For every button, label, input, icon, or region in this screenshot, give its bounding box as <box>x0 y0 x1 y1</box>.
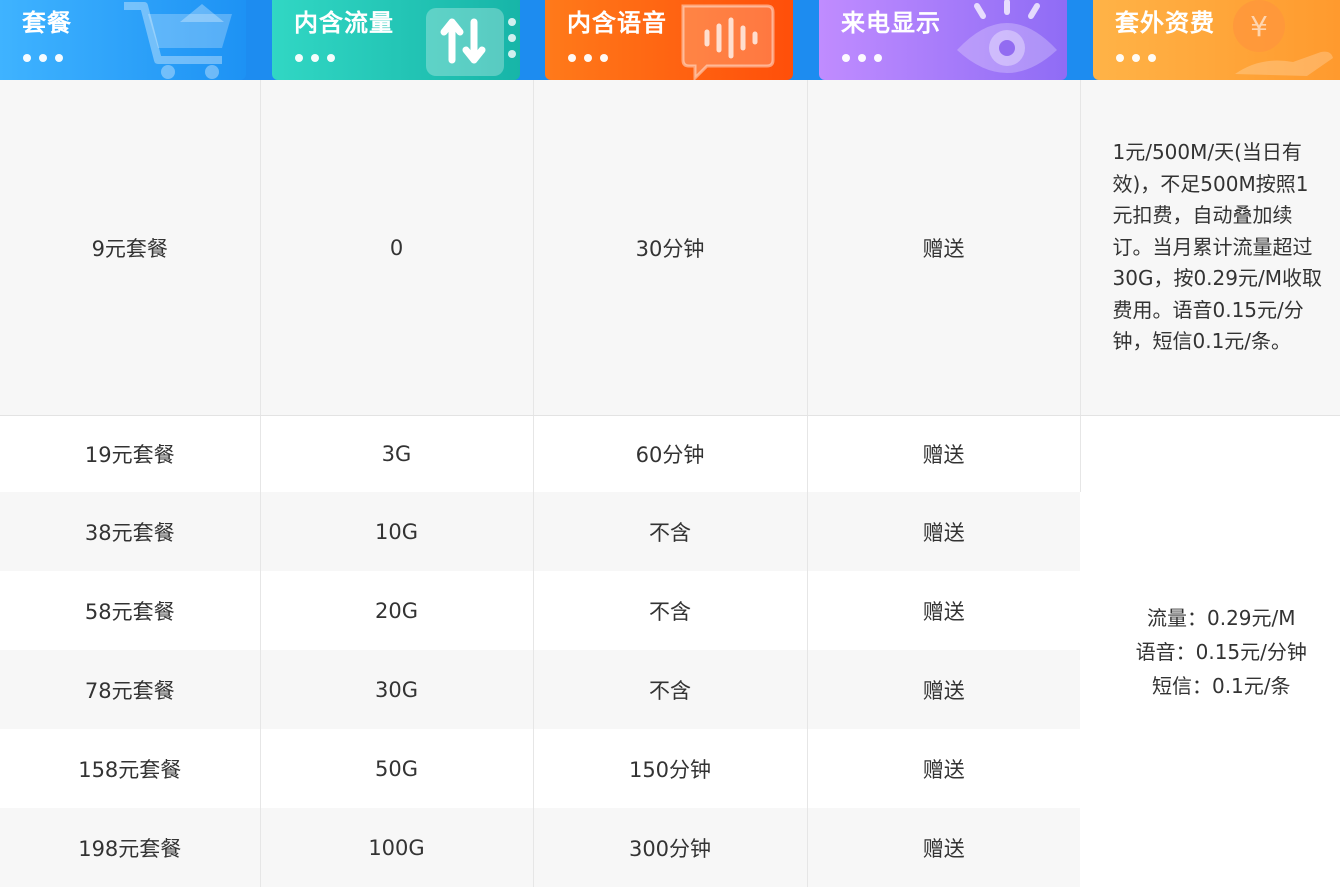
caller-id-cell: 赠送 <box>807 80 1080 416</box>
data-cell: 3G <box>260 416 533 493</box>
plan-cell: 9元套餐 <box>0 80 260 416</box>
caller-id-cell: 赠送 <box>807 571 1080 650</box>
data-cell: 50G <box>260 729 533 808</box>
plan-table: 9元套餐 0 30分钟 赠送 1元/500M/天(当日有效)，不足500M按照1… <box>0 80 1340 887</box>
caller-id-cell: 赠送 <box>807 416 1080 493</box>
voice-cell: 不含 <box>533 571 807 650</box>
eye-icon <box>947 0 1067 80</box>
plan-cell: 78元套餐 <box>0 650 260 729</box>
data-cell: 20G <box>260 571 533 650</box>
dots-icon <box>568 47 616 57</box>
header-plan: 套餐 <box>0 0 246 80</box>
dots-icon <box>1116 47 1164 57</box>
data-cell: 10G <box>260 492 533 571</box>
header-label: 套外资费 <box>1115 3 1215 38</box>
yuan-coin-icon: ¥ <box>1221 0 1340 80</box>
table-row: 9元套餐 0 30分钟 赠送 1元/500M/天(当日有效)，不足500M按照1… <box>0 80 1340 416</box>
extra-fee-cell: 流量：0.29元/M 语音：0.15元/分钟 短信：0.1元/条 <box>1080 416 1340 887</box>
data-transfer-icon <box>422 0 520 80</box>
data-cell: 0 <box>260 80 533 416</box>
voice-cell: 300分钟 <box>533 808 807 887</box>
dots-icon <box>23 47 71 57</box>
caller-id-cell: 赠送 <box>807 808 1080 887</box>
header-label: 内含流量 <box>294 3 394 38</box>
shopping-cart-icon <box>118 0 246 80</box>
header-label: 套餐 <box>22 3 72 38</box>
table-row: 19元套餐 3G 60分钟 赠送 流量：0.29元/M 语音：0.15元/分钟 … <box>0 416 1340 493</box>
header-caller-id: 来电显示 <box>819 0 1067 80</box>
header-data: 内含流量 <box>272 0 520 80</box>
voice-cell: 不含 <box>533 650 807 729</box>
plan-cell: 38元套餐 <box>0 492 260 571</box>
caller-id-cell: 赠送 <box>807 729 1080 808</box>
extra-fee-data: 流量：0.29元/M <box>1103 601 1340 635</box>
dots-icon <box>295 47 343 57</box>
plan-cell: 198元套餐 <box>0 808 260 887</box>
voice-cell: 30分钟 <box>533 80 807 416</box>
extra-fee-sms: 短信：0.1元/条 <box>1103 669 1340 703</box>
dots-icon <box>842 47 890 57</box>
caller-id-cell: 赠送 <box>807 650 1080 729</box>
voice-cell: 不含 <box>533 492 807 571</box>
plan-cell: 58元套餐 <box>0 571 260 650</box>
extra-fee-voice: 语音：0.15元/分钟 <box>1103 635 1340 669</box>
header-voice: 内含语音 <box>545 0 793 80</box>
extra-fee-note: 1元/500M/天(当日有效)，不足500M按照1元扣费，自动叠加续订。当月累计… <box>1080 80 1340 416</box>
header-label: 来电显示 <box>841 3 941 38</box>
header-extra-fee: ¥ 套外资费 <box>1093 0 1340 80</box>
voice-cell: 60分钟 <box>533 416 807 493</box>
data-cell: 30G <box>260 650 533 729</box>
plan-cell: 19元套餐 <box>0 416 260 493</box>
plan-cell: 158元套餐 <box>0 729 260 808</box>
caller-id-cell: 赠送 <box>807 492 1080 571</box>
svg-text:¥: ¥ <box>1250 10 1268 43</box>
data-cell: 100G <box>260 808 533 887</box>
header-label: 内含语音 <box>567 3 667 38</box>
voice-message-icon <box>677 0 793 80</box>
voice-cell: 150分钟 <box>533 729 807 808</box>
